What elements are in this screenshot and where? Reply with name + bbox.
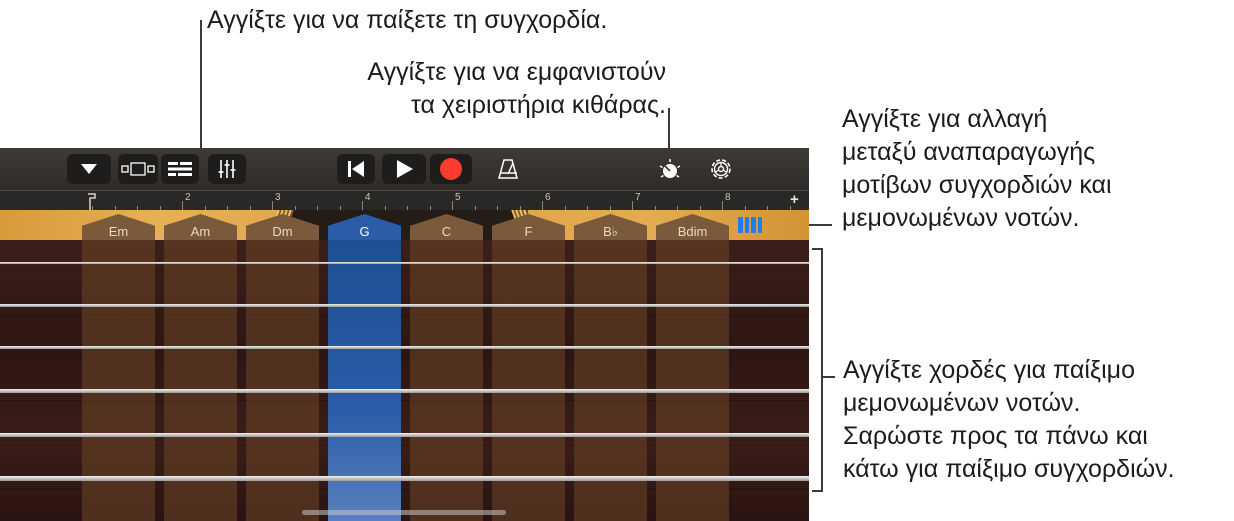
record-button[interactable]	[430, 154, 472, 184]
guitar-string-5[interactable]	[0, 433, 809, 437]
callout-strings: Αγγίξτε χορδές για παίξιμο μεμονωμένων ν…	[843, 354, 1175, 486]
go-to-beginning-icon	[348, 161, 364, 177]
chord-label: Bdim	[677, 224, 708, 239]
tracks-view-button[interactable]	[118, 154, 158, 184]
ruler-bar-number: 7	[635, 192, 641, 203]
metronome-button[interactable]	[497, 158, 519, 185]
callout-strings-line-3: Σαρώστε προς τα πάνω και	[843, 422, 1148, 450]
guitar-string-6[interactable]	[0, 476, 809, 481]
timeline-ruler[interactable]: 2 3 4 5 6 7 8 +	[0, 190, 809, 211]
callout-guitar-controls-line-2: τα χειριστήρια κιθάρας.	[411, 91, 666, 119]
chord-label: Am	[190, 224, 211, 239]
guitar-string-3[interactable]	[0, 346, 809, 349]
mode-bar	[751, 217, 756, 233]
chord-label-selected: G	[359, 224, 370, 239]
browser-dropdown-icon	[81, 164, 97, 174]
track-list-icon	[168, 162, 192, 176]
callout-mode-switch: Αγγίξτε για αλλαγή μεταξύ αναπαραγωγής μ…	[842, 103, 1112, 235]
garageband-app: 2 3 4 5 6 7 8 + Em Am Dm G C F B♭ Bdim	[0, 148, 809, 521]
ruler-bar-number: 6	[545, 192, 551, 203]
add-section-button[interactable]: +	[790, 191, 799, 208]
guitar-string-1[interactable]	[0, 262, 809, 264]
callout-play-chord-line-1: Αγγίξτε για να παίξετε τη συγχορδία.	[207, 6, 608, 34]
callout-mode-switch-line-4: μεμονωμένων νοτών.	[842, 204, 1080, 232]
ruler-bar-number: 3	[275, 192, 281, 203]
ruler-bar-number: 2	[185, 192, 191, 203]
chord-label: Em	[108, 224, 129, 239]
control-bar	[0, 148, 809, 190]
guitar-string-2[interactable]	[0, 304, 809, 307]
mode-bar	[757, 217, 762, 233]
ruler-bar-number: 5	[455, 192, 461, 203]
go-to-beginning-button[interactable]	[337, 154, 375, 184]
callout-strings-line-2: μεμονωμένων νοτών.	[843, 389, 1081, 417]
mixer-icon	[218, 160, 236, 178]
callout-strings-line-1: Αγγίξτε χορδές για παίξιμο	[843, 356, 1135, 384]
home-indicator	[302, 510, 506, 515]
callout-strings-line-4: κάτω για παίξιμο συγχορδιών.	[843, 455, 1175, 483]
chord-label: C	[441, 224, 452, 239]
record-icon	[440, 158, 462, 180]
settings-icon	[711, 159, 731, 179]
chord-label: F	[524, 224, 533, 239]
play-icon	[397, 160, 413, 178]
mode-bar	[738, 217, 743, 233]
callout-strings-bracket	[821, 248, 823, 492]
guitar-string-4[interactable]	[0, 389, 809, 393]
callout-mode-switch-line-2: μεταξύ αναπαραγωγής	[842, 138, 1096, 166]
chord-label: B♭	[603, 224, 618, 239]
chord-notes-mode-switch[interactable]	[738, 217, 764, 233]
ruler-bar-number: 4	[365, 192, 371, 203]
ruler-bar-number: 8	[725, 192, 731, 203]
guitar-controls-button[interactable]	[657, 157, 683, 188]
track-list-button[interactable]	[161, 154, 199, 184]
metronome-icon	[498, 159, 518, 179]
mode-bar	[744, 217, 749, 233]
chord-label: Dm	[272, 224, 293, 239]
guitar-controls-icon	[659, 159, 681, 178]
callout-guitar-controls: Αγγίξτε για να εμφανιστούν τα χειριστήρι…	[367, 56, 666, 122]
callout-strings-bracket-bottom	[812, 490, 822, 492]
mixer-button[interactable]	[208, 154, 246, 184]
play-button[interactable]	[382, 154, 426, 184]
browser-button[interactable]	[67, 154, 111, 184]
callout-strings-leader	[821, 376, 835, 378]
callout-mode-switch-line-3: μοτίβων συγχορδιών και	[842, 171, 1112, 199]
tracks-view-icon	[121, 162, 155, 176]
callout-guitar-controls-line-1: Αγγίξτε για να εμφανιστούν	[367, 58, 666, 86]
settings-button[interactable]	[708, 156, 734, 187]
callout-mode-switch-line-1: Αγγίξτε για αλλαγή	[842, 105, 1048, 133]
callout-play-chord: Αγγίξτε για να παίξετε τη συγχορδία.	[207, 4, 607, 37]
fretboard[interactable]	[0, 240, 809, 521]
